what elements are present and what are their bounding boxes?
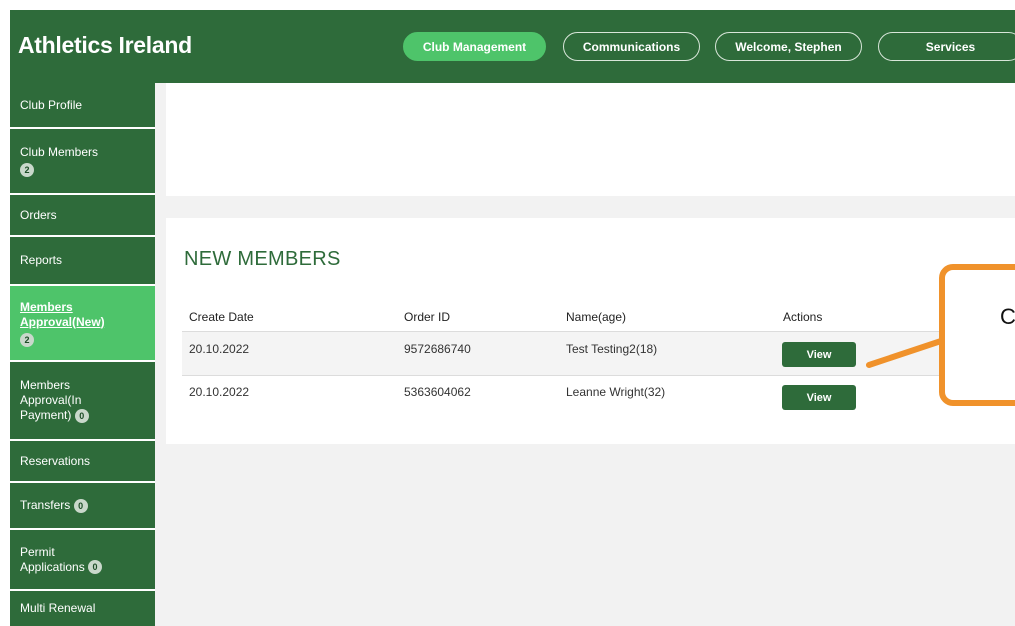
count-badge: 2 xyxy=(20,163,34,177)
brand-logo-text[interactable]: Athletics Ireland xyxy=(18,32,192,59)
column-header-name-age: Name(age) xyxy=(566,310,627,324)
nav-services[interactable]: Services xyxy=(878,32,1015,61)
sidebar-item-label: Transfers xyxy=(20,498,71,512)
callout-text: C xyxy=(1000,304,1015,329)
sidebar-item-label-line2: Applications xyxy=(20,559,85,574)
cell-create-date: 20.10.2022 xyxy=(189,342,250,356)
cell-order-id: 9572686740 xyxy=(404,342,471,356)
cell-name-age: Leanne Wright(32) xyxy=(566,385,666,399)
top-header: Athletics Ireland Club Management Commun… xyxy=(10,10,1015,83)
cell-create-date: 20.10.2022 xyxy=(189,385,250,399)
nav-club-management[interactable]: Club Management xyxy=(403,32,546,61)
nav-communications[interactable]: Communications xyxy=(563,32,700,61)
sidebar-item-transfers[interactable]: Transfers 0 xyxy=(10,483,155,528)
sidebar-item-permit-applications[interactable]: Permit Applications 0 xyxy=(10,530,155,589)
sidebar-item-label: Club Profile xyxy=(20,97,83,112)
callout-box xyxy=(939,264,1015,406)
count-badge: 0 xyxy=(74,408,89,423)
sidebar-item-club-members[interactable]: Club Members 2 xyxy=(10,129,155,193)
app-frame: Athletics Ireland Club Management Commun… xyxy=(10,10,1015,626)
count-badge: 2 xyxy=(20,332,34,347)
sidebar-item-club-profile[interactable]: Club Profile xyxy=(10,83,155,127)
column-header-order-id: Order ID xyxy=(404,310,451,324)
sidebar-item-members-approval-in-payment[interactable]: Members Approval(In Payment) 0 xyxy=(10,362,155,439)
view-button[interactable]: View xyxy=(782,385,856,410)
callout-connector-line xyxy=(866,338,944,368)
cell-order-id: 5363604062 xyxy=(404,385,471,399)
count-badge: 0 xyxy=(88,560,103,575)
sidebar: Club Profile Club Members 2 Orders Repor… xyxy=(10,83,155,626)
column-header-create-date: Create Date xyxy=(189,310,254,324)
column-header-actions: Actions xyxy=(783,310,823,324)
count-badge: 0 xyxy=(73,498,88,513)
sidebar-item-multi-renewal[interactable]: Multi Renewal xyxy=(10,591,155,626)
sidebar-item-label-line2: Approval(In xyxy=(20,393,82,407)
sidebar-item-members-approval-new[interactable]: Members Approval(New) 2 xyxy=(10,286,155,360)
top-panel xyxy=(166,83,1015,196)
view-button[interactable]: View xyxy=(782,342,856,367)
nav-welcome-user[interactable]: Welcome, Stephen xyxy=(715,32,862,61)
cell-name-age: Test Testing2(18) xyxy=(566,342,658,356)
sidebar-item-label: Reservations xyxy=(20,453,91,468)
sidebar-item-label: Reports xyxy=(20,253,63,267)
sidebar-item-label: Club Members xyxy=(20,145,99,159)
table-row-divider xyxy=(182,375,992,376)
sidebar-item-label-line1: Permit xyxy=(20,544,55,559)
sidebar-item-reports[interactable]: Reports xyxy=(10,237,155,284)
new-members-panel: NEW MEMBERS Create Date Order ID Name(ag… xyxy=(166,218,1015,444)
sidebar-item-label-line2: Approval(New) xyxy=(20,314,105,329)
sidebar-item-reservations[interactable]: Reservations xyxy=(10,441,155,481)
sidebar-item-label-line3: Payment) xyxy=(20,408,72,422)
sidebar-item-label: Multi Renewal xyxy=(20,601,96,615)
section-title: NEW MEMBERS xyxy=(184,248,341,270)
sidebar-item-label-line1: Members xyxy=(20,299,73,314)
sidebar-item-label-line1: Members xyxy=(20,378,71,392)
sidebar-item-label: Orders xyxy=(20,207,57,222)
sidebar-item-orders[interactable]: Orders xyxy=(10,195,155,235)
